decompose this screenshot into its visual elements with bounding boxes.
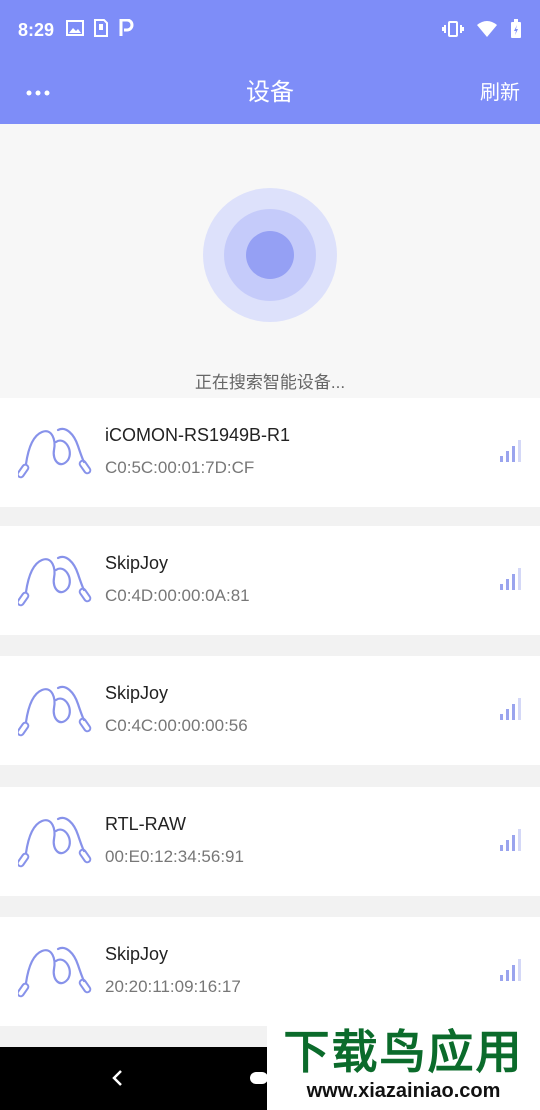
status-bar: 8:29 [0, 0, 540, 62]
device-mac-address: C0:4D:00:00:0A:81 [105, 586, 250, 605]
jump-rope-icon [18, 555, 92, 607]
device-name: SkipJoy [105, 683, 169, 703]
device-name: SkipJoy [105, 944, 169, 964]
app-bar: 设备 刷新 [0, 62, 540, 124]
watermark-logo: 下载鸟应用 www.xiazainiao.com [267, 1010, 540, 1110]
signal-bars-icon [500, 829, 521, 851]
device-mac-address: C0:4C:00:00:00:56 [105, 716, 248, 735]
device-list-item[interactable]: SkipJoy C0:4D:00:00:0A:81 [0, 526, 540, 635]
status-system-icons [442, 19, 522, 39]
watermark-url: www.xiazainiao.com [306, 1080, 501, 1102]
status-notification-icons [66, 19, 134, 37]
page-title: 设备 [246, 79, 294, 106]
search-status-text: 正在搜索智能设备... [194, 373, 346, 392]
vibrate-icon [442, 21, 464, 37]
back-icon[interactable] [108, 1067, 128, 1089]
home-button[interactable] [250, 1072, 268, 1084]
battery-icon [511, 19, 521, 38]
parking-icon [119, 19, 134, 36]
device-list-item[interactable]: RTL-RAW 00:E0:12:34:56:91 [0, 787, 540, 896]
search-panel: 正在搜索智能设备... [0, 124, 540, 398]
signal-bars-icon [500, 440, 521, 462]
device-mac-address: 20:20:11:09:16:17 [105, 977, 241, 996]
status-time: 8:29 [18, 20, 55, 40]
sim-card-icon [94, 19, 108, 37]
jump-rope-icon [18, 427, 92, 479]
signal-bars-icon [500, 568, 521, 590]
watermark-title: 下载鸟应用 [283, 1026, 524, 1078]
device-name: SkipJoy [105, 553, 169, 573]
jump-rope-icon [18, 816, 92, 868]
jump-rope-icon [18, 685, 92, 737]
searching-pulse-icon [203, 188, 337, 322]
device-list-item[interactable]: SkipJoy C0:4C:00:00:00:56 [0, 656, 540, 765]
image-icon [66, 20, 84, 36]
device-list-item[interactable]: iCOMON-RS1949B-R1 C0:5C:00:01:7D:CF [0, 398, 540, 507]
wifi-icon [477, 21, 497, 37]
signal-bars-icon [500, 959, 521, 981]
device-mac-address: 00:E0:12:34:56:91 [105, 847, 244, 866]
device-mac-address: C0:5C:00:01:7D:CF [105, 458, 255, 477]
signal-bars-icon [500, 698, 521, 720]
device-name: RTL-RAW [105, 814, 186, 834]
refresh-button[interactable]: 刷新 [480, 62, 520, 124]
jump-rope-icon [18, 946, 92, 998]
device-name: iCOMON-RS1949B-R1 [105, 425, 291, 445]
